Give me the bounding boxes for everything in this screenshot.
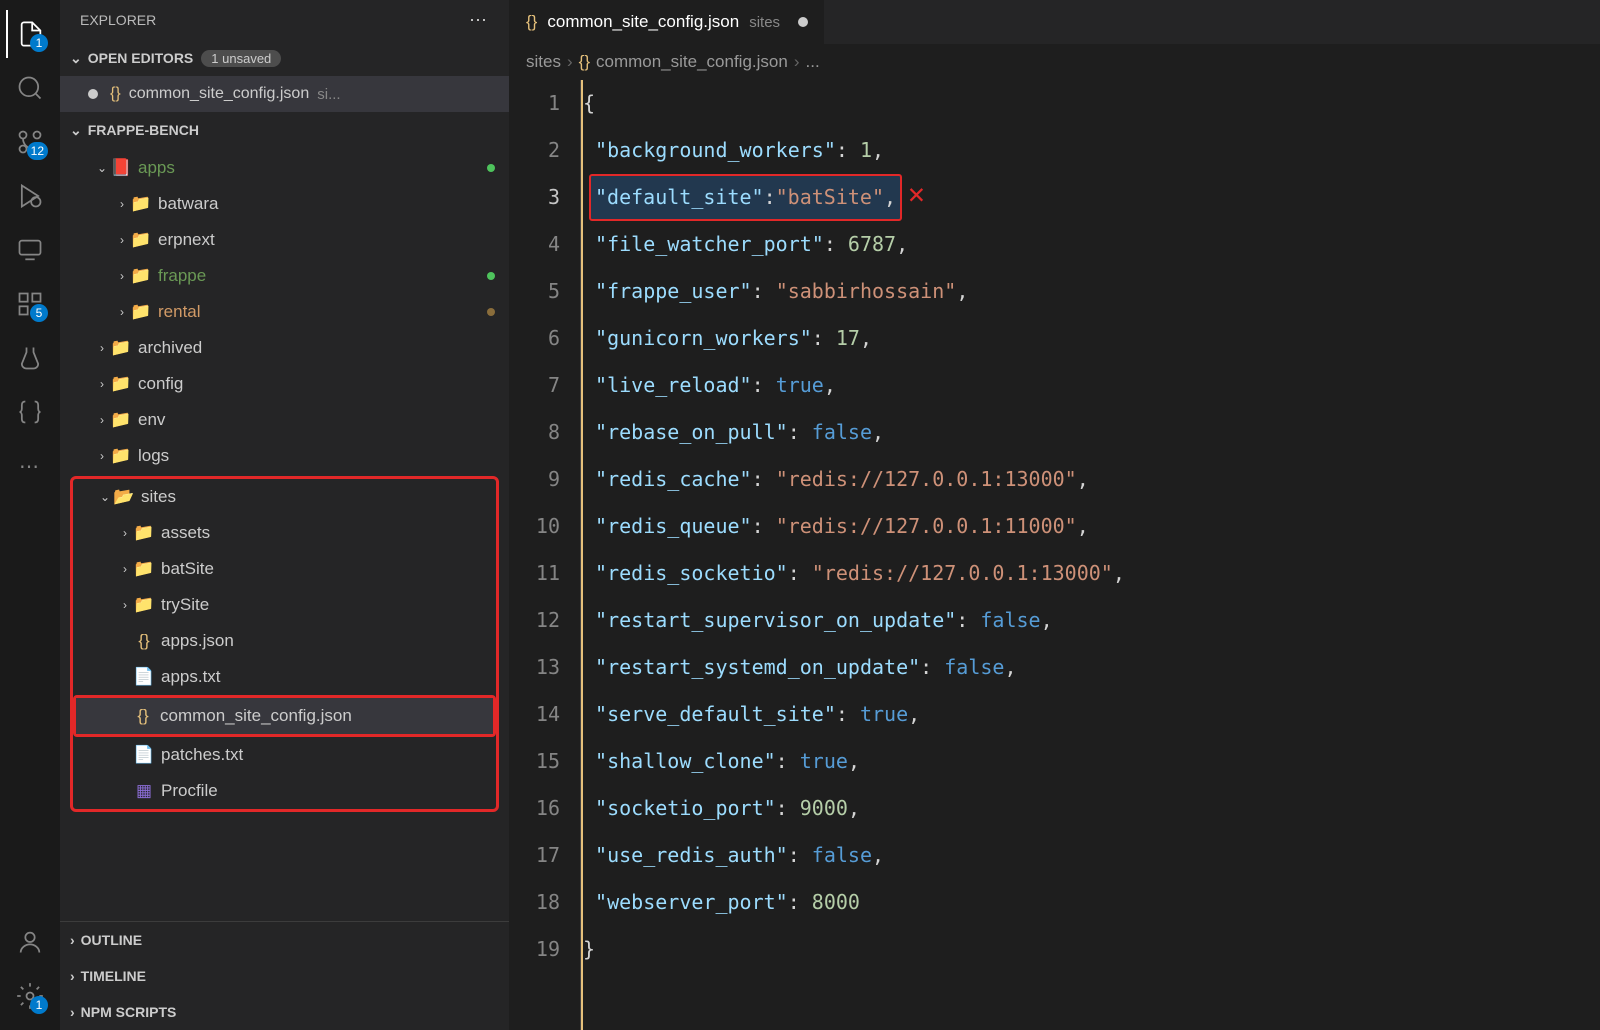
folder-icon: 📁 [130, 194, 152, 214]
modified-dot-icon [798, 17, 808, 27]
json-file-icon: {} [132, 706, 154, 726]
error-x-icon: ✕ [908, 170, 925, 217]
folder-apps[interactable]: ⌄📕apps [60, 150, 509, 186]
folder-icon: 📁 [133, 595, 155, 615]
folder-icon: 📁 [110, 374, 132, 394]
account-icon[interactable] [6, 918, 54, 966]
json-file-icon: {} [526, 12, 537, 32]
json-file-icon: {} [133, 631, 155, 651]
timeline-header[interactable]: ›TIMELINE [60, 958, 509, 994]
procfile-icon: ▦ [133, 781, 155, 801]
text-file-icon: 📄 [133, 667, 155, 687]
folder-icon: 📁 [110, 410, 132, 430]
folder-icon: 📁 [133, 523, 155, 543]
folder-assets[interactable]: ›📁assets [73, 515, 496, 551]
active-tab[interactable]: {} common_site_config.json sites [510, 0, 824, 44]
unsaved-count-badge: 1 unsaved [201, 50, 281, 67]
git-modified-dot [487, 272, 495, 280]
outline-header[interactable]: ›OUTLINE [60, 922, 509, 958]
file-apps-json[interactable]: {}apps.json [73, 623, 496, 659]
explorer-icon[interactable]: 1 [6, 10, 54, 58]
git-modified-dot [487, 164, 495, 172]
folder-frappe[interactable]: ›📁frappe [60, 258, 509, 294]
folder-rental[interactable]: ›📁rental [60, 294, 509, 330]
settings-icon[interactable]: 1 [6, 972, 54, 1020]
text-file-icon: 📄 [133, 745, 155, 765]
git-modified-dot [487, 308, 495, 316]
folder-logs[interactable]: ›📁logs [60, 438, 509, 474]
highlighted-section: ⌄📂sites ›📁assets ›📁batSite ›📁trySite {}a… [70, 476, 499, 812]
json-file-icon: {} [110, 85, 121, 103]
folder-batwara[interactable]: ›📁batwara [60, 186, 509, 222]
remote-icon[interactable] [6, 226, 54, 274]
json-icon[interactable] [6, 388, 54, 436]
folder-icon: 📁 [133, 559, 155, 579]
open-editors-header[interactable]: ⌄ OPEN EDITORS 1 unsaved [60, 40, 509, 76]
extensions-icon[interactable]: 5 [6, 280, 54, 328]
code-content[interactable]: "default_site": "batSite", { "background… [580, 80, 1600, 1030]
editor-tabs: {} common_site_config.json sites [510, 0, 1600, 44]
folder-config[interactable]: ›📁config [60, 366, 509, 402]
sidebar-header: EXPLORER ⋯ [60, 0, 509, 40]
search-icon[interactable] [6, 64, 54, 112]
testing-icon[interactable] [6, 334, 54, 382]
folder-erpnext[interactable]: ›📁erpnext [60, 222, 509, 258]
scm-icon[interactable]: 12 [6, 118, 54, 166]
breadcrumbs[interactable]: sites › {} common_site_config.json › ... [510, 44, 1600, 80]
workspace-header[interactable]: ⌄ FRAPPE-BENCH [60, 112, 509, 148]
file-common-site-config[interactable]: {}common_site_config.json [76, 698, 493, 734]
chevron-down-icon: ⌄ [70, 50, 82, 67]
scm-badge: 12 [27, 142, 48, 160]
activity-bar: 1 12 5 ⋯ 1 [0, 0, 60, 1030]
file-tree: ⌄📕apps ›📁batwara ›📁erpnext ›📁frappe ›📁re… [60, 148, 509, 921]
highlighted-line: "default_site": "batSite", [589, 174, 902, 221]
explorer-badge: 1 [30, 34, 48, 52]
settings-badge: 1 [30, 996, 48, 1014]
folder-env[interactable]: ›📁env [60, 402, 509, 438]
file-patches-txt[interactable]: 📄patches.txt [73, 737, 496, 773]
folder-icon: 📁 [130, 302, 152, 322]
chevron-down-icon: ⌄ [70, 122, 82, 139]
folder-icon: 📁 [130, 266, 152, 286]
file-procfile[interactable]: ▦Procfile [73, 773, 496, 809]
folder-sites[interactable]: ⌄📂sites [73, 479, 496, 515]
file-apps-txt[interactable]: 📄apps.txt [73, 659, 496, 695]
folder-batsite[interactable]: ›📁batSite [73, 551, 496, 587]
folder-icon: 📁 [110, 338, 132, 358]
debug-icon[interactable] [6, 172, 54, 220]
explorer-sidebar: EXPLORER ⋯ ⌄ OPEN EDITORS 1 unsaved {} c… [60, 0, 510, 1030]
open-editor-item[interactable]: {} common_site_config.json si... [60, 76, 509, 112]
code-editor[interactable]: 1 2 3 4 5 6 7 8 9 10 11 12 13 14 15 16 1… [510, 80, 1600, 1030]
folder-icon: 📕 [110, 158, 132, 178]
folder-trysite[interactable]: ›📁trySite [73, 587, 496, 623]
sidebar-more-icon[interactable]: ⋯ [469, 10, 489, 31]
more-icon[interactable]: ⋯ [6, 442, 54, 490]
folder-icon: 📁 [130, 230, 152, 250]
editor-area: {} common_site_config.json sites sites ›… [510, 0, 1600, 1030]
folder-archived[interactable]: ›📁archived [60, 330, 509, 366]
npm-scripts-header[interactable]: ›NPM SCRIPTS [60, 994, 509, 1030]
extensions-badge: 5 [30, 304, 48, 322]
sidebar-title: EXPLORER [80, 12, 156, 28]
folder-open-icon: 📂 [113, 487, 135, 507]
line-number-gutter: 1 2 3 4 5 6 7 8 9 10 11 12 13 14 15 16 1… [510, 80, 580, 1030]
modified-dot-icon [88, 89, 98, 99]
json-file-icon: {} [579, 52, 590, 72]
folder-icon: 📁 [110, 446, 132, 466]
